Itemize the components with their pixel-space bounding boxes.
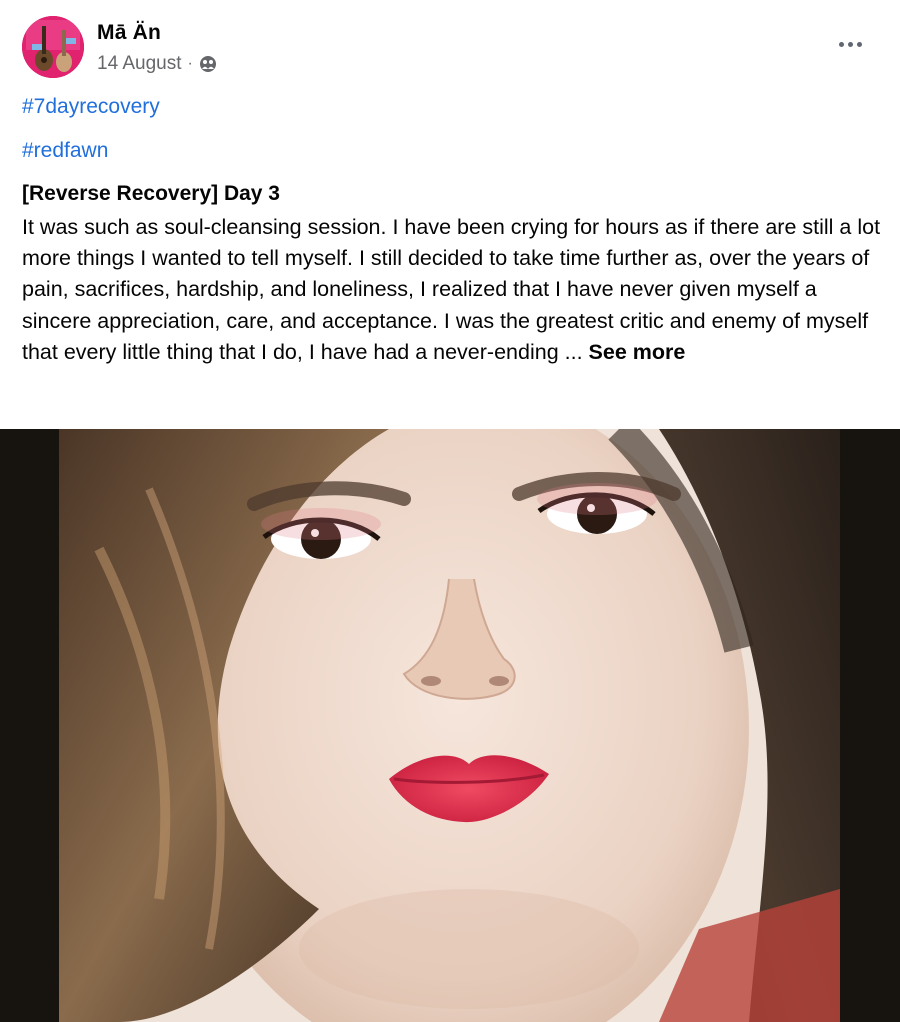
hashtag-link[interactable]: #redfawn — [22, 139, 108, 163]
post-header: Mā Än 14 August · — [22, 16, 878, 80]
friends-icon[interactable] — [199, 55, 217, 73]
post-photo-container[interactable] — [0, 429, 900, 1022]
post-title: [Reverse Recovery] Day 3 — [22, 182, 280, 205]
author-avatar[interactable] — [22, 16, 84, 78]
more-dot-icon — [847, 41, 853, 47]
post-card: Mā Än 14 August · #7dayrecovery #redfawn… — [0, 0, 900, 1022]
more-dot-icon — [838, 41, 844, 47]
post-body-text: It was such as soul-cleansing session. I… — [22, 215, 881, 364]
hashtag-link[interactable]: #7dayrecovery — [22, 95, 160, 119]
more-options-button[interactable] — [832, 32, 868, 56]
see-more-link[interactable]: See more — [589, 340, 686, 364]
post-meta: 14 August · — [97, 53, 217, 75]
post-photo[interactable] — [59, 429, 840, 1022]
post-date[interactable]: 14 August — [97, 53, 182, 75]
more-dot-icon — [856, 41, 862, 47]
meta-separator: · — [187, 55, 193, 72]
post-body: It was such as soul-cleansing session. I… — [22, 212, 882, 368]
author-name[interactable]: Mā Än — [97, 21, 161, 45]
portrait-illustration — [59, 429, 840, 1022]
